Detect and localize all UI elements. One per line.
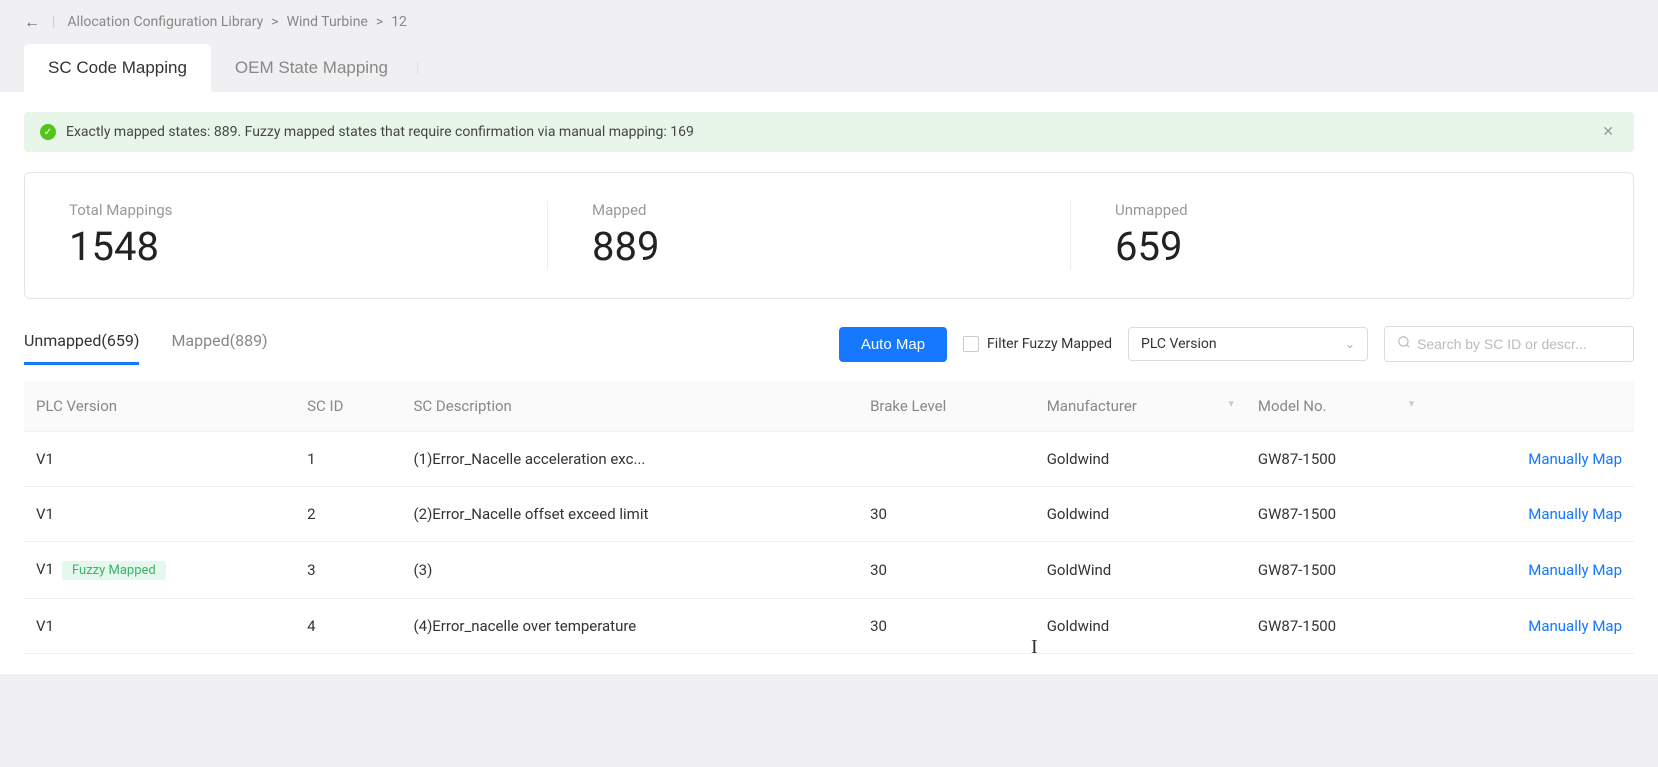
breadcrumb: Allocation Configuration Library > Wind … <box>67 14 407 30</box>
manually-map-link[interactable]: Manually Map <box>1528 505 1622 523</box>
divider: | <box>412 44 423 92</box>
back-arrow-icon[interactable]: ← <box>24 12 40 32</box>
stat-label: Total Mappings <box>69 201 547 219</box>
th-brake-level[interactable]: Brake Level <box>858 381 1035 432</box>
cell-brake-level: 30 <box>858 542 1035 599</box>
cell-model-no: GW87-1500 <box>1246 487 1426 542</box>
stat-total: Total Mappings 1548 <box>65 201 547 270</box>
breadcrumb-item[interactable]: Allocation Configuration Library <box>67 14 263 30</box>
table-row: V11(1)Error_Nacelle acceleration exc... G… <box>24 432 1634 487</box>
checkbox-label: Filter Fuzzy Mapped <box>987 336 1112 352</box>
cell-plc-version: V1 <box>24 599 295 654</box>
cell-sc-id: 4 <box>295 599 401 654</box>
check-circle-icon: ✓ <box>40 124 56 140</box>
auto-map-button[interactable]: Auto Map <box>839 327 947 362</box>
chevron-right-icon: > <box>271 14 278 30</box>
filter-icon[interactable]: ▾ <box>1228 397 1234 410</box>
cell-brake-level: 30 <box>858 599 1035 654</box>
cell-sc-description: (4)Error_nacelle over temperature <box>402 599 859 654</box>
chevron-right-icon: > <box>376 14 383 30</box>
manually-map-link[interactable]: Manually Map <box>1528 561 1622 579</box>
divider: | <box>52 14 55 30</box>
stats-card: Total Mappings 1548 Mapped 889 Unmapped … <box>24 172 1634 299</box>
breadcrumb-item[interactable]: Wind Turbine <box>287 14 368 30</box>
th-sc-id[interactable]: SC ID <box>295 381 401 432</box>
cell-plc-version: V1Fuzzy Mapped <box>24 542 295 599</box>
cell-model-no: GW87-1500 <box>1246 432 1426 487</box>
search-icon <box>1397 335 1411 353</box>
manually-map-link[interactable]: Manually Map <box>1528 617 1622 635</box>
cell-model-no: GW87-1500 <box>1246 542 1426 599</box>
cell-plc-version: V1 <box>24 432 295 487</box>
search-input[interactable] <box>1417 336 1621 352</box>
alert-text: Exactly mapped states: 889. Fuzzy mapped… <box>66 124 1588 140</box>
stat-label: Mapped <box>592 201 1070 219</box>
sub-tab-unmapped[interactable]: Unmapped(659) <box>24 323 139 365</box>
th-plc-version[interactable]: PLC Version <box>24 381 295 432</box>
cell-model-no: GW87-1500 <box>1246 599 1426 654</box>
search-box[interactable] <box>1384 326 1634 362</box>
th-actions <box>1426 381 1634 432</box>
th-sc-description[interactable]: SC Description <box>402 381 859 432</box>
table-row: V12(2)Error_Nacelle offset exceed limit3… <box>24 487 1634 542</box>
breadcrumb-item[interactable]: 12 <box>391 14 407 30</box>
cell-action: Manually Map <box>1426 542 1634 599</box>
filter-icon[interactable]: ▾ <box>1409 397 1415 410</box>
cell-brake-level <box>858 432 1035 487</box>
cell-sc-description: (2)Error_Nacelle offset exceed limit <box>402 487 859 542</box>
select-value: PLC Version <box>1141 336 1217 352</box>
cell-brake-level: 30 <box>858 487 1035 542</box>
table-row: V1Fuzzy Mapped3(3)30GoldWindGW87-1500 Man… <box>24 542 1634 599</box>
cell-sc-description: (1)Error_Nacelle acceleration exc... <box>402 432 859 487</box>
chevron-down-icon: ⌄ <box>1345 337 1355 351</box>
cell-action: Manually Map <box>1426 432 1634 487</box>
table-row: V14(4)Error_nacelle over temperature30Go… <box>24 599 1634 654</box>
cell-sc-id: 1 <box>295 432 401 487</box>
stat-value: 659 <box>1115 223 1593 270</box>
cell-sc-id: 2 <box>295 487 401 542</box>
manually-map-link[interactable]: Manually Map <box>1528 450 1622 468</box>
tab-sc-code-mapping[interactable]: SC Code Mapping <box>24 44 211 92</box>
stat-mapped: Mapped 889 <box>547 201 1070 270</box>
cell-sc-description: (3) <box>402 542 859 599</box>
sub-tabs: Unmapped(659) Mapped(889) <box>24 323 839 365</box>
stat-value: 889 <box>592 223 1070 270</box>
sub-tab-mapped[interactable]: Mapped(889) <box>171 323 267 365</box>
cell-plc-version: V1 <box>24 487 295 542</box>
cell-sc-id: 3 <box>295 542 401 599</box>
main-tabs: SC Code Mapping OEM State Mapping | <box>0 44 1658 92</box>
tab-oem-state-mapping[interactable]: OEM State Mapping <box>211 44 412 92</box>
cell-manufacturer: Goldwind <box>1035 599 1246 654</box>
close-icon[interactable]: ✕ <box>1598 124 1618 140</box>
stat-value: 1548 <box>69 223 547 270</box>
fuzzy-mapped-badge: Fuzzy Mapped <box>62 561 166 580</box>
plc-version-select[interactable]: PLC Version ⌄ <box>1128 327 1368 361</box>
cell-manufacturer: Goldwind <box>1035 487 1246 542</box>
cell-action: Manually Map <box>1426 599 1634 654</box>
mapping-table: PLC Version SC ID SC Description Brake L… <box>24 381 1634 654</box>
filter-fuzzy-checkbox[interactable]: Filter Fuzzy Mapped <box>963 336 1112 352</box>
cell-action: Manually Map <box>1426 487 1634 542</box>
stat-unmapped: Unmapped 659 <box>1070 201 1593 270</box>
th-manufacturer[interactable]: Manufacturer▾ <box>1035 381 1246 432</box>
th-model-no[interactable]: Model No.▾ <box>1246 381 1426 432</box>
cell-manufacturer: Goldwind <box>1035 432 1246 487</box>
checkbox-icon[interactable] <box>963 336 979 352</box>
success-alert: ✓ Exactly mapped states: 889. Fuzzy mapp… <box>24 112 1634 152</box>
stat-label: Unmapped <box>1115 201 1593 219</box>
cell-manufacturer: GoldWind <box>1035 542 1246 599</box>
